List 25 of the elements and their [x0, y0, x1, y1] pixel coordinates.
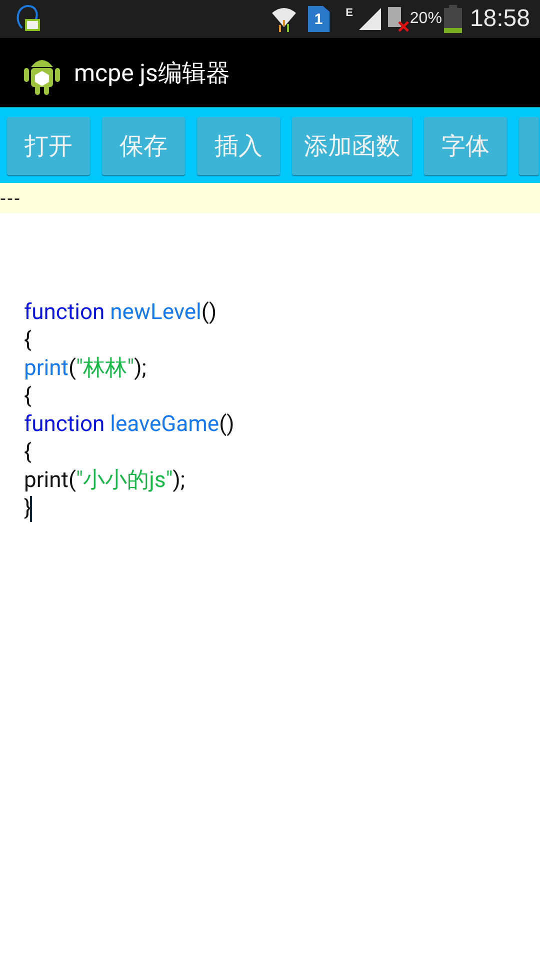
code-line: { — [24, 327, 32, 355]
wifi-icon — [270, 5, 298, 33]
app-title: mcpe js编辑器 — [74, 58, 230, 88]
code-line: function leaveGame() — [24, 411, 234, 439]
toolbar-button[interactable]: 插入 — [197, 116, 280, 174]
code-line: { — [24, 383, 32, 411]
code-line: { — [24, 439, 32, 467]
code-line: } — [24, 495, 32, 523]
notification-icon — [16, 4, 40, 34]
sim-card-icon — [386, 6, 409, 32]
code-line: function newLevel() — [24, 299, 217, 327]
clock: 18:58 — [470, 5, 530, 33]
code-line: print("林林"); — [24, 355, 146, 383]
battery-icon — [444, 5, 462, 33]
toolbar-button[interactable] — [519, 116, 539, 174]
toolbar-button[interactable]: 保存 — [102, 116, 185, 174]
signal-icon — [358, 8, 383, 30]
toolbar-button[interactable]: 打开 — [7, 116, 90, 174]
toolbar-button[interactable]: 字体 — [424, 116, 507, 174]
sim-icon: 1 — [308, 6, 330, 32]
battery-percent: 20% — [410, 10, 442, 28]
status-text: --- — [0, 188, 21, 208]
code-line: print("小小的js"); — [24, 467, 186, 495]
toolbar-button[interactable]: 添加函数 — [292, 116, 412, 174]
network-type: E — [346, 7, 353, 19]
